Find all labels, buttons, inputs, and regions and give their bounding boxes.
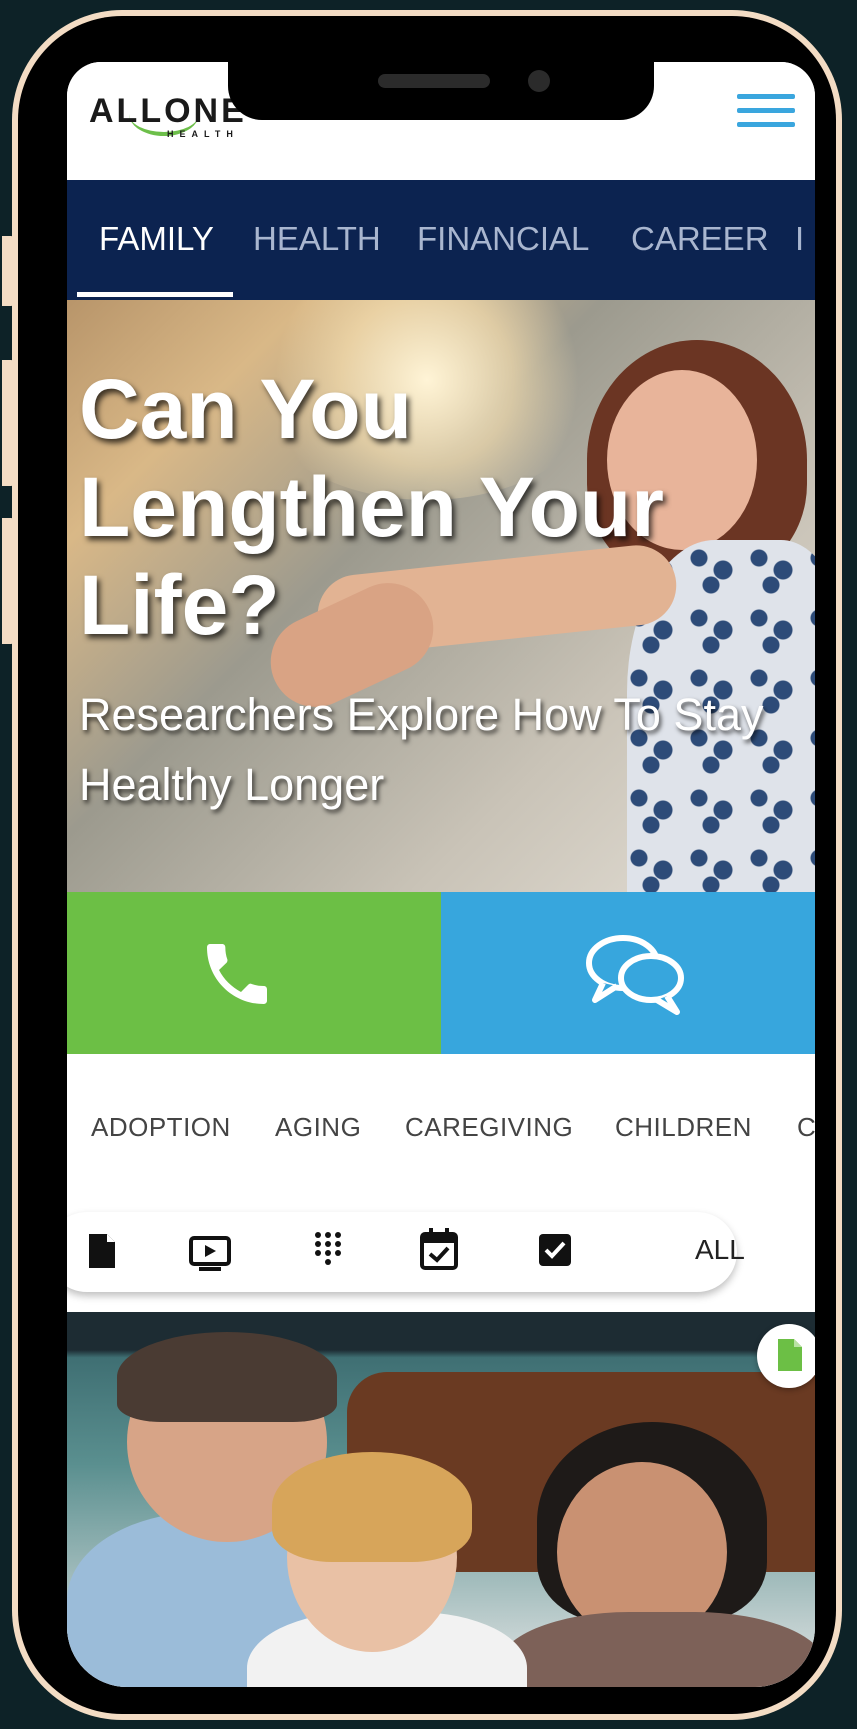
tab-family[interactable]: FAMILY: [99, 220, 214, 258]
video-icon[interactable]: [189, 1236, 231, 1272]
hamburger-menu-icon[interactable]: [737, 94, 795, 138]
logo[interactable]: ALLONE: [89, 92, 247, 131]
calendar-check-icon[interactable]: [419, 1226, 459, 1272]
card-photo-kid-hair: [272, 1452, 472, 1562]
tab-career[interactable]: CAREER: [631, 220, 769, 258]
chat-button[interactable]: [441, 892, 815, 1054]
logo-subtext: HEALTH: [167, 129, 239, 139]
tab-more[interactable]: I: [795, 220, 804, 258]
filter-all[interactable]: ALL: [695, 1234, 745, 1266]
tab-health[interactable]: HEALTH: [253, 220, 381, 258]
dialpad-icon[interactable]: [313, 1230, 343, 1272]
article-card-image[interactable]: [67, 1312, 815, 1687]
phone-notch: [228, 62, 654, 120]
category-caregiving[interactable]: CAREGIVING: [405, 1112, 573, 1143]
call-button[interactable]: [67, 892, 441, 1054]
checkbox-icon[interactable]: [537, 1232, 573, 1268]
category-more[interactable]: C: [797, 1112, 815, 1143]
hero-banner[interactable]: Can You Lengthen Your Life? Researchers …: [67, 300, 815, 892]
chat-bubbles-icon: [586, 935, 684, 1015]
active-tab-indicator: [77, 292, 233, 297]
document-icon[interactable]: [87, 1232, 117, 1270]
category-aging[interactable]: AGING: [275, 1112, 361, 1143]
hero-title: Can You Lengthen Your Life?: [79, 362, 664, 652]
tab-financial[interactable]: FINANCIAL: [417, 220, 589, 258]
category-children[interactable]: CHILDREN: [615, 1112, 752, 1143]
subcategory-list: ADOPTION AGING CAREGIVING CHILDREN C: [67, 1112, 815, 1172]
card-photo-woman-body: [497, 1612, 815, 1687]
content-type-filter: ALL: [67, 1212, 745, 1292]
category-adoption[interactable]: ADOPTION: [91, 1112, 231, 1143]
phone-icon: [207, 944, 267, 1004]
document-icon: [778, 1339, 802, 1371]
category-nav: FAMILY HEALTH FINANCIAL CAREER I: [67, 180, 815, 300]
hero-subtitle: Researchers Explore How To Stay Healthy …: [79, 689, 764, 810]
speaker: [378, 74, 490, 88]
app-screen: ALLONE HEALTH FAMILY HEALTH FINANCIAL CA…: [67, 62, 815, 1687]
camera: [528, 70, 550, 92]
card-photo-man-hair: [117, 1332, 337, 1422]
article-type-badge: [757, 1324, 815, 1388]
